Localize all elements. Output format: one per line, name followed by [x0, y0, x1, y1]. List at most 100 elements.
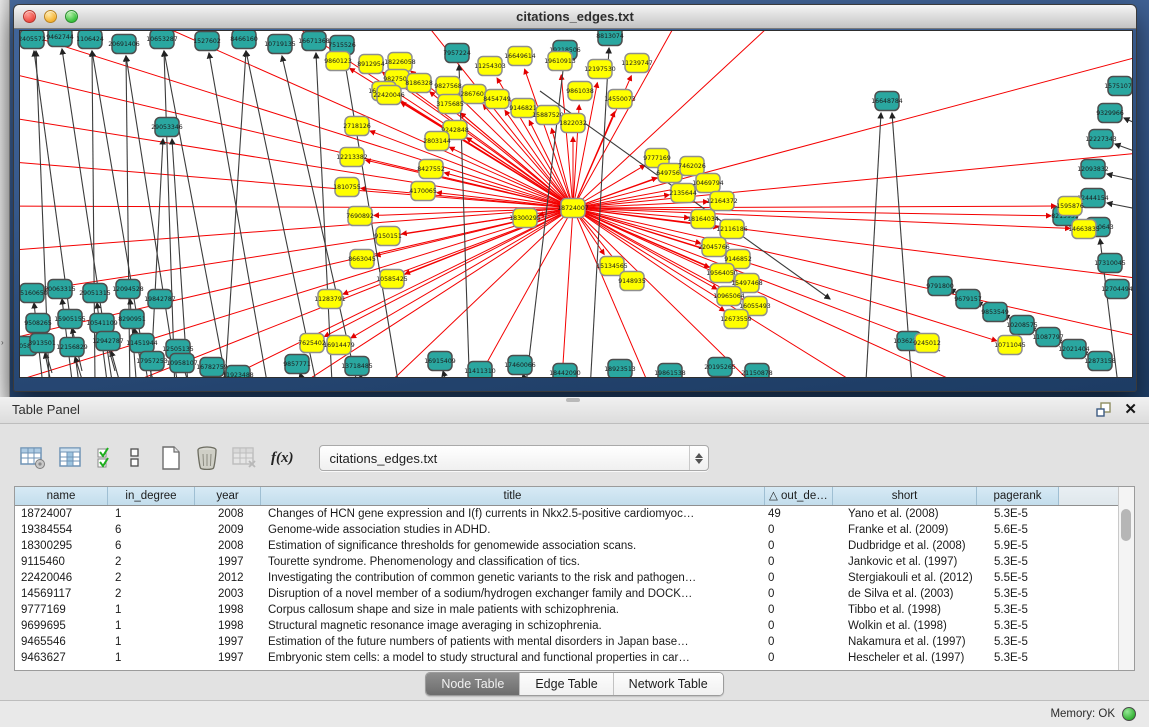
- graph-node-label: 8290951: [118, 316, 146, 323]
- column-header-year[interactable]: year: [194, 487, 260, 505]
- graph-node-label: 1527602: [193, 38, 221, 45]
- scrollbar-thumb[interactable]: [1121, 509, 1131, 541]
- graph-node-label: 13718485: [341, 363, 373, 370]
- table-cell: 0: [764, 554, 832, 570]
- table-cell: Tourette syndrome. Phenomenology and cla…: [260, 554, 764, 570]
- table-cell: Dudbridge et al. (2008): [832, 538, 976, 554]
- graph-node-label: 12094528: [112, 286, 144, 293]
- vertical-scrollbar[interactable]: [1118, 487, 1134, 670]
- graph-node-label: 16671368: [298, 38, 330, 45]
- graph-node-label: 9508265: [24, 320, 52, 327]
- graph-node-label: 18923513: [604, 366, 636, 373]
- network-window-titlebar[interactable]: citations_edges.txt: [14, 5, 1136, 29]
- table-row[interactable]: 969969511998Structural magnetic resonanc…: [15, 618, 1119, 634]
- minimize-traffic-light-icon[interactable]: [44, 10, 57, 23]
- table-row[interactable]: 911546021997Tourette syndrome. Phenomeno…: [15, 554, 1119, 570]
- table-cell: 1998: [194, 618, 260, 634]
- graph-node-label: 15887520: [532, 112, 564, 119]
- tab-network-table[interactable]: Network Table: [613, 673, 723, 695]
- table-cell: 9777169: [15, 602, 107, 618]
- column-header-in_degree[interactable]: in_degree: [107, 487, 194, 505]
- table-cell: 5.5E-5: [976, 570, 1058, 586]
- graph-node-label: 22045766: [698, 244, 730, 251]
- table-cell: 2: [107, 570, 194, 586]
- graph-node-label: 12164372: [706, 198, 738, 205]
- status-bar: Memory: OK: [0, 700, 1149, 727]
- table-cell: 1997: [194, 650, 260, 666]
- network-view-window[interactable]: citations_edges.txt 24055729462744110642…: [13, 4, 1137, 392]
- import-table-icon[interactable]: [232, 446, 258, 470]
- table-cell: 1997: [194, 634, 260, 650]
- table-body[interactable]: 1872400712008Changes of HCN gene express…: [15, 506, 1119, 666]
- column-header-title[interactable]: title: [260, 487, 764, 505]
- show-columns-icon[interactable]: [59, 446, 83, 470]
- table-mode-icon[interactable]: [20, 446, 46, 470]
- splitter-handle[interactable]: [566, 398, 580, 402]
- graph-node-label: 16649614: [504, 53, 536, 60]
- graph-node-label: 7462026: [678, 163, 706, 170]
- network-desktop: › citations_edges.txt: [0, 0, 1149, 397]
- column-checklist-icon[interactable]: [96, 446, 116, 470]
- table-row[interactable]: 946554611997Estimation of the future num…: [15, 634, 1119, 650]
- new-column-icon[interactable]: [160, 445, 182, 471]
- network-graph-svg[interactable]: 2405572946274411064242069140610653287152…: [20, 31, 1132, 377]
- table-cell: 5.6E-5: [976, 522, 1058, 538]
- table-header-row[interactable]: namein_degreeyeartitle△ out_de…shortpage…: [15, 487, 1119, 506]
- table-cell: Yano et al. (2008): [832, 506, 976, 522]
- graph-node-label: 19842787: [144, 296, 176, 303]
- table-cell: Stergiakouli et al. (2012): [832, 570, 976, 586]
- graph-node-label: 9462744: [46, 34, 74, 41]
- table-cell: Corpus callosum shape and size in male p…: [260, 602, 764, 618]
- graph-node-label: 29051315: [79, 290, 111, 297]
- graph-node-label: 12227343: [1085, 136, 1117, 143]
- graph-node-label: 10719135: [264, 41, 296, 48]
- zoom-traffic-light-icon[interactable]: [65, 10, 78, 23]
- close-traffic-light-icon[interactable]: [23, 10, 36, 23]
- table-row[interactable]: 946362711997Embryonic stem cells: a mode…: [15, 650, 1119, 666]
- graph-node-label: 20691406: [108, 41, 140, 48]
- graph-node-label: 9791800: [926, 283, 954, 290]
- graph-node-label: 9860123: [324, 58, 352, 65]
- tab-edge-table[interactable]: Edge Table: [519, 673, 612, 695]
- graph-node-label: 15751074: [1104, 83, 1132, 90]
- table-row[interactable]: 1456911722003Disruption of a novel membe…: [15, 586, 1119, 602]
- table-cell: Disruption of a novel member of a sodium…: [260, 586, 764, 602]
- table-cell: 1: [107, 618, 194, 634]
- column-header-short[interactable]: short: [832, 487, 976, 505]
- memory-ok-icon[interactable]: [1122, 707, 1136, 721]
- graph-node-label: 8813074: [596, 33, 624, 40]
- graph-node-label: 12505135: [162, 346, 194, 353]
- node-table-grid: namein_degreeyeartitle△ out_de…shortpage…: [15, 487, 1119, 670]
- table-cell: Jankovic et al. (1997): [832, 554, 976, 570]
- table-cell: de Silva et al. (2003): [832, 586, 976, 602]
- column-header-name[interactable]: name: [15, 487, 107, 505]
- close-panel-icon[interactable]: ✕: [1124, 402, 1137, 417]
- graph-node-label: 9148935: [618, 278, 646, 285]
- table-cell: 9699695: [15, 618, 107, 634]
- side-panel-edge[interactable]: ›: [0, 0, 10, 397]
- table-cell: 2: [107, 586, 194, 602]
- graph-node-label: 10653287: [146, 36, 178, 43]
- column-header-out_de[interactable]: △ out_de…: [764, 487, 832, 505]
- table-cell: 0: [764, 618, 832, 634]
- row-height-icon[interactable]: [129, 446, 141, 470]
- table-row[interactable]: 2242004622012Investigating the contribut…: [15, 570, 1119, 586]
- table-tabbar: Node Table Edge Table Network Table: [0, 669, 1149, 700]
- delete-column-icon[interactable]: [195, 445, 219, 471]
- table-tabs-segmented-control: Node Table Edge Table Network Table: [425, 672, 723, 696]
- table-row[interactable]: 977716911998Corpus callosum shape and si…: [15, 602, 1119, 618]
- float-panel-icon[interactable]: [1096, 402, 1112, 417]
- table-row[interactable]: 1938455462009Genome-wide association stu…: [15, 522, 1119, 538]
- column-header-pagerank[interactable]: pagerank: [976, 487, 1058, 505]
- table-source-select[interactable]: citations_edges.txt: [319, 445, 709, 471]
- graph-node-label: 7515526: [328, 42, 356, 49]
- table-cell: 1: [107, 506, 194, 522]
- table-row[interactable]: 1872400712008Changes of HCN gene express…: [15, 506, 1119, 522]
- collapse-arrow-icon[interactable]: ›: [1, 338, 4, 347]
- function-builder-icon[interactable]: f(x): [271, 450, 294, 467]
- network-canvas[interactable]: 2405572946274411064242069140610653287152…: [19, 30, 1133, 378]
- table-cell: Embryonic stem cells: a model to study s…: [260, 650, 764, 666]
- table-row[interactable]: 1830029562008Estimation of significance …: [15, 538, 1119, 554]
- graph-node-label: 9857771: [283, 361, 311, 368]
- tab-node-table[interactable]: Node Table: [426, 673, 519, 695]
